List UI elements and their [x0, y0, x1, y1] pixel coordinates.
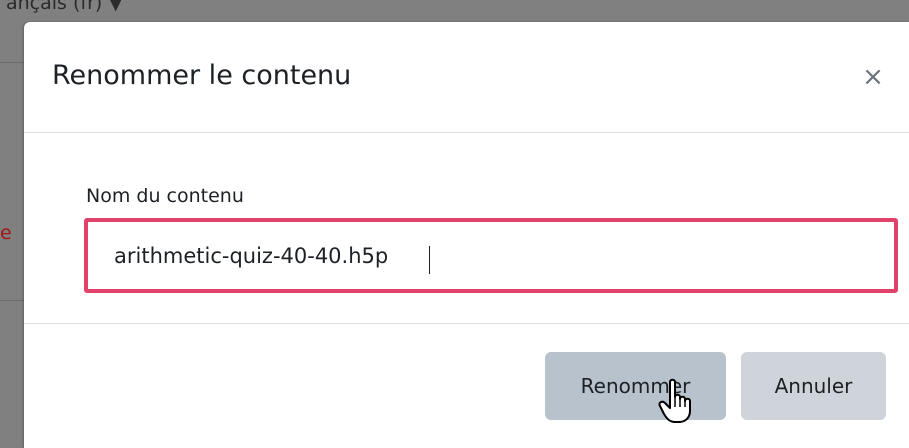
- dialog-footer: Renommer Annuler: [24, 324, 909, 448]
- content-name-input[interactable]: [84, 218, 898, 293]
- rename-button[interactable]: Renommer: [545, 352, 726, 420]
- dialog-title: Renommer le contenu: [52, 60, 352, 91]
- text-caret: [429, 246, 430, 274]
- hand-pointer-cursor-icon: [658, 378, 691, 423]
- rename-content-dialog: Renommer le contenu × Nom du contenu Ren…: [24, 22, 909, 448]
- dialog-header: Renommer le contenu ×: [24, 22, 909, 133]
- dialog-body: Nom du contenu: [24, 133, 909, 324]
- language-selector: ançais (fr) ▼: [6, 0, 123, 14]
- content-name-label: Nom du contenu: [86, 185, 244, 207]
- close-icon[interactable]: ×: [860, 64, 886, 90]
- background-divider: [0, 300, 24, 301]
- cancel-button[interactable]: Annuler: [741, 352, 886, 420]
- background-text-fragment: e: [0, 222, 12, 244]
- background-divider: [0, 62, 24, 63]
